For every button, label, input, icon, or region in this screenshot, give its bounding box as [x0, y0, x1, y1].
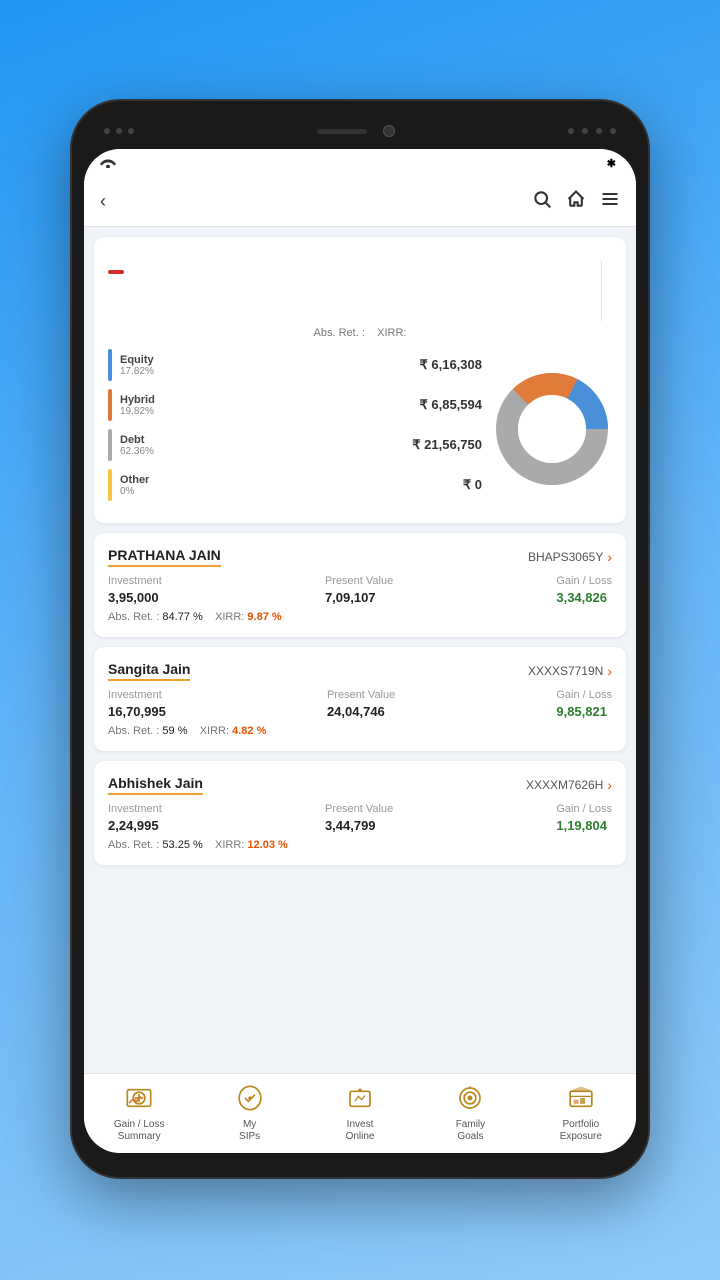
member-columns: Investment 16,70,995 Present Value 24,04…: [108, 689, 612, 719]
investment-col: Investment 3,95,000: [108, 575, 162, 605]
phone-screen: ✱ ‹: [84, 149, 636, 1153]
bottom-nav-label: InvestOnline: [346, 1119, 375, 1143]
member-chevron-icon: ›: [607, 549, 612, 565]
member-abs-ret: Abs. Ret. : 84.77 % XIRR: 9.87 %: [108, 611, 612, 623]
status-bar: ✱: [84, 149, 636, 177]
portfolio-main: [108, 261, 612, 321]
gain-loss-col: Gain / Loss 9,85,821: [556, 689, 612, 719]
gain-loss-col: Gain / Loss 3,34,826: [556, 575, 612, 605]
member-columns: Investment 2,24,995 Present Value 3,44,7…: [108, 803, 612, 833]
invest-icon: [342, 1080, 378, 1116]
member-chevron-icon: ›: [607, 777, 612, 793]
present-value-col: Present Value 7,09,107: [325, 575, 393, 605]
donut-chart: [492, 369, 612, 489]
member-name: Sangita Jain: [108, 661, 190, 681]
goals-icon: [452, 1080, 488, 1116]
member-id[interactable]: BHAPS3065Y ›: [528, 549, 612, 565]
nav-left: ‹: [100, 191, 114, 212]
investment-col: Investment 16,70,995: [108, 689, 166, 719]
legend-item: Other 0% ₹ 0: [108, 469, 482, 501]
portfolio-summary-card: Abs. Ret. : XIRR: Equity 17.82% ₹ 6,16,3…: [94, 237, 626, 523]
member-header: Abhishek Jain XXXXM7626H ›: [108, 775, 612, 795]
nav-icons: [532, 189, 620, 214]
investment-col: Investment 2,24,995: [108, 803, 162, 833]
content-area: Abs. Ret. : XIRR: Equity 17.82% ₹ 6,16,3…: [84, 227, 636, 1073]
member-card: Sangita Jain XXXXS7719N › Investment 16,…: [94, 647, 626, 751]
search-icon[interactable]: [532, 189, 552, 214]
member-abs-ret: Abs. Ret. : 59 % XIRR: 4.82 %: [108, 725, 612, 737]
member-card: Abhishek Jain XXXXM7626H › Investment 2,…: [94, 761, 626, 865]
bottom-nav-label: Gain / LossSummary: [114, 1119, 165, 1143]
bottom-nav-label: MySIPs: [239, 1119, 260, 1143]
bluetooth-icon: ✱: [607, 157, 616, 170]
present-value-col: Present Value 24,04,746: [327, 689, 395, 719]
portfolio-value-section: [108, 261, 591, 279]
bottom-nav-label: PortfolioExposure: [560, 1119, 602, 1143]
portfolio-change: [108, 270, 124, 274]
legend-section: Equity 17.82% ₹ 6,16,308 Hybrid 19.82% ₹…: [108, 349, 482, 509]
gain-loss-col: Gain / Loss 1,19,804: [556, 803, 612, 833]
exposure-icon: [563, 1080, 599, 1116]
member-id[interactable]: XXXXM7626H ›: [526, 777, 612, 793]
status-icons: ✱: [607, 157, 620, 170]
bottom-nav-exposure[interactable]: PortfolioExposure: [526, 1080, 636, 1143]
portfolio-detail: Equity 17.82% ₹ 6,16,308 Hybrid 19.82% ₹…: [108, 349, 612, 509]
menu-icon[interactable]: [600, 189, 620, 214]
member-columns: Investment 3,95,000 Present Value 7,09,1…: [108, 575, 612, 605]
member-card: PRATHANA JAIN BHAPS3065Y › Investment 3,…: [94, 533, 626, 637]
member-chevron-icon: ›: [607, 663, 612, 679]
member-id[interactable]: XXXXS7719N ›: [528, 663, 612, 679]
member-header: Sangita Jain XXXXS7719N ›: [108, 661, 612, 681]
bottom-nav-goals[interactable]: FamilyGoals: [415, 1080, 525, 1143]
promo-header: [340, 0, 380, 99]
members-container: PRATHANA JAIN BHAPS3065Y › Investment 3,…: [94, 533, 626, 865]
sips-icon: [232, 1080, 268, 1116]
bottom-nav: Gain / LossSummary MySIPs InvestOnline: [84, 1073, 636, 1153]
abs-ret-row: Abs. Ret. : XIRR:: [108, 327, 612, 339]
member-abs-ret: Abs. Ret. : 53.25 % XIRR: 12.03 %: [108, 839, 612, 851]
legend-item: Equity 17.82% ₹ 6,16,308: [108, 349, 482, 381]
member-header: PRATHANA JAIN BHAPS3065Y ›: [108, 547, 612, 567]
legend-item: Hybrid 19.82% ₹ 6,85,594: [108, 389, 482, 421]
legend-item: Debt 62.36% ₹ 21,56,750: [108, 429, 482, 461]
bottom-nav-sips[interactable]: MySIPs: [194, 1080, 304, 1143]
bottom-nav-gainloss[interactable]: Gain / LossSummary: [84, 1080, 194, 1143]
back-button[interactable]: ‹: [100, 191, 106, 212]
nav-bar: ‹: [84, 177, 636, 227]
phone-device: ✱ ‹: [70, 99, 650, 1179]
member-name: Abhishek Jain: [108, 775, 203, 795]
wifi-signal: [100, 156, 116, 171]
present-value-col: Present Value 3,44,799: [325, 803, 393, 833]
phone-notch: [84, 113, 636, 149]
gainloss-icon: [121, 1080, 157, 1116]
member-name: PRATHANA JAIN: [108, 547, 221, 567]
bottom-nav-label: FamilyGoals: [456, 1119, 485, 1143]
bottom-nav-invest[interactable]: InvestOnline: [305, 1080, 415, 1143]
home-icon[interactable]: [566, 189, 586, 214]
